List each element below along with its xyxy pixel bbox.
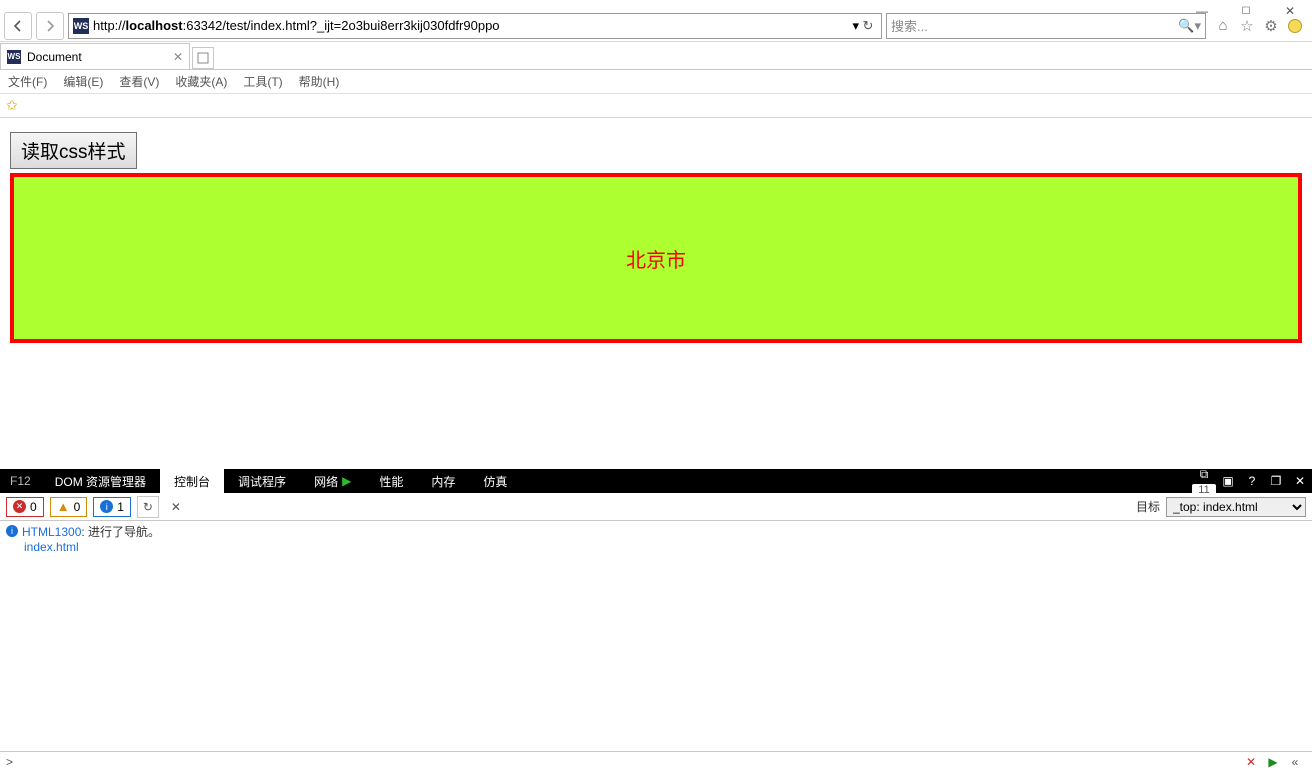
- warning-icon: ▲: [57, 499, 70, 514]
- page-content: 读取css样式 北京市: [0, 118, 1312, 469]
- console-refresh-button[interactable]: ↻: [137, 496, 159, 518]
- reload-button[interactable]: ↻: [859, 18, 877, 34]
- tab-title: Document: [27, 50, 167, 64]
- devtools-copy-icon[interactable]: ❐: [1264, 474, 1288, 488]
- console-output: i HTML1300: 进行了导航。 index.html: [0, 521, 1312, 751]
- read-css-button[interactable]: 读取css样式: [10, 132, 137, 169]
- forward-button[interactable]: [36, 12, 64, 40]
- target-label: 目标: [1136, 498, 1160, 515]
- green-box: 北京市: [10, 173, 1302, 343]
- url-text: http://localhost:63342/test/index.html?_…: [93, 18, 852, 33]
- box-text: 北京市: [626, 244, 686, 273]
- menu-bar: 文件(F) 编辑(E) 查看(V) 收藏夹(A) 工具(T) 帮助(H): [0, 70, 1312, 94]
- tab-strip: WS Document ✕: [0, 42, 1312, 70]
- devtools-panel: F12 DOM 资源管理器 控制台 调试程序 网络 ▶ 性能 内存 仿真 ⧉ 1…: [0, 469, 1312, 771]
- devtools-tab-debugger[interactable]: 调试程序: [224, 469, 300, 493]
- address-bar[interactable]: WS http://localhost:63342/test/index.htm…: [68, 13, 882, 39]
- error-count-badge[interactable]: ✕ 0: [6, 497, 44, 517]
- title-bar: [0, 0, 1312, 10]
- info-icon: i: [100, 500, 113, 513]
- devtools-undock-icon[interactable]: ▣: [1216, 474, 1240, 488]
- favorites-bar: ✩: [0, 94, 1312, 118]
- devtools-tab-performance[interactable]: 性能: [365, 469, 417, 493]
- menu-view[interactable]: 查看(V): [119, 73, 159, 90]
- search-box[interactable]: 搜索... 🔍 ▾: [886, 13, 1206, 39]
- window-minimize-button[interactable]: —: [1180, 0, 1224, 22]
- site-favicon: WS: [73, 18, 89, 34]
- devtools-dock-icon[interactable]: ⧉ 11: [1192, 467, 1216, 496]
- browser-tab[interactable]: WS Document ✕: [0, 43, 190, 69]
- warning-count-badge[interactable]: ▲ 0: [50, 497, 88, 517]
- devtools-tab-network[interactable]: 网络 ▶: [300, 469, 365, 493]
- devtools-tab-memory[interactable]: 内存: [417, 469, 469, 493]
- add-favorite-icon[interactable]: ✩: [6, 97, 18, 114]
- prompt-icon: >: [6, 755, 13, 769]
- error-icon: ✕: [13, 500, 26, 513]
- tab-close-icon[interactable]: ✕: [173, 50, 183, 64]
- log-file-link[interactable]: index.html: [24, 540, 1306, 554]
- browser-toolbar: WS http://localhost:63342/test/index.htm…: [0, 10, 1312, 42]
- devtools-tab-dom[interactable]: DOM 资源管理器: [41, 469, 160, 493]
- menu-favorites[interactable]: 收藏夹(A): [175, 73, 227, 90]
- devtools-tabstrip: F12 DOM 资源管理器 控制台 调试程序 网络 ▶ 性能 内存 仿真 ⧉ 1…: [0, 469, 1312, 493]
- console-run-icon[interactable]: ▶: [1262, 755, 1284, 769]
- menu-tools[interactable]: 工具(T): [243, 73, 282, 90]
- new-tab-button[interactable]: [192, 47, 214, 69]
- console-clear-button[interactable]: ✕: [165, 496, 187, 518]
- devtools-tab-console[interactable]: 控制台: [160, 469, 224, 493]
- info-count-badge[interactable]: i 1: [93, 497, 131, 517]
- devtools-close-icon[interactable]: ✕: [1288, 474, 1312, 488]
- search-placeholder: 搜索...: [891, 16, 1178, 35]
- back-button[interactable]: [4, 12, 32, 40]
- console-toolbar: ✕ 0 ▲ 0 i 1 ↻ ✕ 目标 _top: index.html: [0, 493, 1312, 521]
- tab-favicon: WS: [7, 50, 21, 64]
- log-info-icon: i: [6, 525, 18, 537]
- target-select[interactable]: _top: index.html: [1166, 497, 1306, 517]
- console-stop-icon[interactable]: ✕: [1240, 755, 1262, 769]
- console-expand-icon[interactable]: «: [1284, 755, 1306, 769]
- play-icon: ▶: [342, 474, 351, 488]
- log-code: HTML1300: [22, 525, 81, 539]
- menu-help[interactable]: 帮助(H): [299, 73, 340, 90]
- devtools-help-icon[interactable]: ?: [1240, 474, 1264, 488]
- console-command-line[interactable]: > ✕ ▶ «: [0, 751, 1312, 771]
- menu-file[interactable]: 文件(F): [8, 73, 47, 90]
- window-maximize-button[interactable]: ☐: [1224, 0, 1268, 22]
- menu-edit[interactable]: 编辑(E): [63, 73, 103, 90]
- devtools-f12-label: F12: [0, 474, 41, 488]
- window-close-button[interactable]: ✕: [1268, 0, 1312, 22]
- devtools-tab-emulation[interactable]: 仿真: [469, 469, 521, 493]
